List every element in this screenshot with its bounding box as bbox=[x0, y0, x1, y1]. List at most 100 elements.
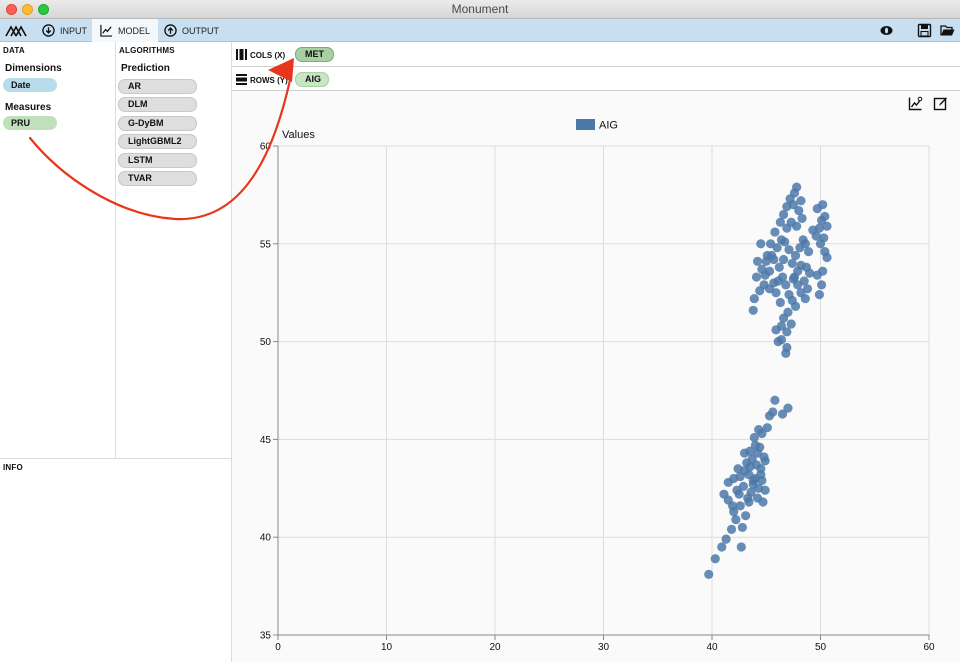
scatter-point bbox=[792, 221, 802, 231]
minimize-window-button[interactable] bbox=[22, 4, 33, 15]
scatter-point bbox=[822, 252, 832, 263]
columns-icon bbox=[236, 49, 247, 60]
close-window-button[interactable] bbox=[6, 4, 17, 15]
scatter-point bbox=[745, 462, 755, 472]
scatter-point bbox=[822, 221, 832, 231]
tab-model-label: MODEL bbox=[118, 25, 151, 36]
scatter-point bbox=[779, 313, 789, 323]
scatter-point bbox=[773, 337, 783, 347]
scatter-point bbox=[769, 254, 779, 265]
scatter-point bbox=[782, 223, 792, 233]
save-icon[interactable] bbox=[917, 23, 932, 38]
scatter-point bbox=[775, 297, 785, 308]
open-folder-icon[interactable] bbox=[940, 23, 955, 38]
scatter-point bbox=[789, 272, 800, 282]
scatter-point bbox=[793, 280, 803, 290]
y-tick-label: 35 bbox=[260, 631, 272, 642]
tab-output[interactable]: OUTPUT bbox=[156, 19, 227, 42]
algorithm-g-dybm[interactable]: G-DyBM bbox=[118, 116, 197, 131]
scatter-point bbox=[758, 497, 768, 507]
rows-pill-aig[interactable]: AIG bbox=[295, 72, 329, 87]
scatter-point bbox=[756, 239, 766, 249]
scatter-point bbox=[728, 501, 738, 511]
scatter-point bbox=[752, 256, 763, 267]
main-toolbar: INPUT MODEL OUTPUT bbox=[0, 19, 960, 42]
upload-circle-icon bbox=[164, 24, 177, 37]
scatter-point bbox=[790, 301, 801, 311]
x-tick-label: 50 bbox=[815, 642, 827, 653]
scatter-point bbox=[768, 407, 778, 417]
x-tick-label: 30 bbox=[598, 642, 610, 653]
tab-input[interactable]: INPUT bbox=[34, 19, 95, 42]
scatter-point bbox=[760, 485, 770, 495]
dimension-pill-date[interactable]: Date bbox=[3, 78, 57, 92]
info-panel: INFO bbox=[0, 458, 232, 662]
scatter-point bbox=[737, 522, 747, 533]
scatter-point bbox=[756, 470, 766, 480]
y-tick-label: 60 bbox=[260, 142, 272, 153]
chart-area: 0 10 20 30 40 50 60 35 40 45 50 55 60 Values AIG bbox=[232, 91, 960, 662]
legend-swatch bbox=[576, 119, 595, 130]
scatter-point bbox=[754, 425, 764, 435]
rows-icon bbox=[236, 74, 247, 85]
y-axis-title: Values bbox=[282, 129, 315, 141]
scatter-point bbox=[710, 554, 720, 564]
scatter-point bbox=[787, 258, 797, 268]
algorithm-dlm[interactable]: DLM bbox=[118, 97, 197, 112]
cols-shelf[interactable]: COLS (X) MET bbox=[232, 42, 960, 67]
scatter-point bbox=[779, 254, 789, 265]
scatter-point bbox=[770, 227, 780, 237]
algorithm-lightgbml2[interactable]: LightGBML2 bbox=[118, 134, 197, 149]
scatter-point bbox=[801, 262, 811, 272]
scatter-point bbox=[780, 237, 790, 247]
tab-model[interactable]: MODEL bbox=[92, 19, 159, 42]
scatter-point bbox=[818, 200, 828, 210]
scatter-point bbox=[764, 284, 775, 294]
scatter-point bbox=[800, 239, 810, 249]
y-tick-label: 55 bbox=[260, 239, 272, 250]
y-tick-label: 45 bbox=[260, 435, 272, 446]
algorithm-tvar[interactable]: TVAR bbox=[118, 171, 197, 186]
x-tick-label: 40 bbox=[706, 642, 718, 653]
tab-output-label: OUTPUT bbox=[182, 25, 219, 36]
scatter-point bbox=[748, 305, 758, 315]
measure-pill-pru[interactable]: PRU bbox=[3, 116, 57, 130]
prediction-title: Prediction bbox=[121, 63, 170, 74]
scatter-point bbox=[812, 270, 822, 280]
toggle-view-icon[interactable] bbox=[879, 23, 894, 38]
algorithm-ar[interactable]: AR bbox=[118, 79, 197, 94]
scatter-point bbox=[774, 262, 784, 272]
scatter-point bbox=[704, 569, 714, 579]
x-tick-label: 20 bbox=[489, 642, 501, 653]
scatter-point bbox=[783, 403, 793, 413]
scatter-point bbox=[796, 196, 806, 206]
scatter-point bbox=[736, 542, 746, 552]
legend-label: AIG bbox=[599, 120, 618, 132]
scatter-point bbox=[803, 247, 814, 257]
scatter-point bbox=[792, 182, 802, 192]
monument-logo-icon[interactable] bbox=[3, 20, 29, 41]
algorithm-lstm[interactable]: LSTM bbox=[118, 153, 197, 168]
scatter-point bbox=[765, 239, 776, 249]
scatter-point bbox=[820, 211, 830, 222]
scatter-point bbox=[741, 511, 751, 521]
scatter-point bbox=[743, 493, 753, 503]
tab-input-label: INPUT bbox=[60, 25, 87, 36]
scatter-point bbox=[790, 250, 801, 261]
scatter-point bbox=[738, 481, 749, 491]
rows-shelf[interactable]: ROWS (Y) AIG bbox=[232, 67, 960, 91]
scatter-point bbox=[800, 293, 810, 304]
scatter-point bbox=[786, 319, 796, 329]
scatter-point bbox=[770, 395, 780, 405]
x-tick-label: 0 bbox=[275, 642, 281, 653]
data-panel-header: DATA bbox=[3, 46, 25, 55]
data-panel: DATA Dimensions Date Measures PRU bbox=[0, 42, 116, 458]
dimensions-title: Dimensions bbox=[5, 63, 62, 74]
scatter-chart: 0 10 20 30 40 50 60 35 40 45 50 55 60 Values AIG bbox=[260, 119, 935, 653]
cols-pill-met[interactable]: MET bbox=[295, 47, 334, 62]
maximize-window-button[interactable] bbox=[38, 4, 49, 15]
algorithms-panel-header: ALGORITHMS bbox=[119, 46, 175, 55]
scatter-point bbox=[760, 270, 770, 280]
scatter-point bbox=[779, 209, 789, 220]
scatter-point bbox=[816, 280, 827, 290]
